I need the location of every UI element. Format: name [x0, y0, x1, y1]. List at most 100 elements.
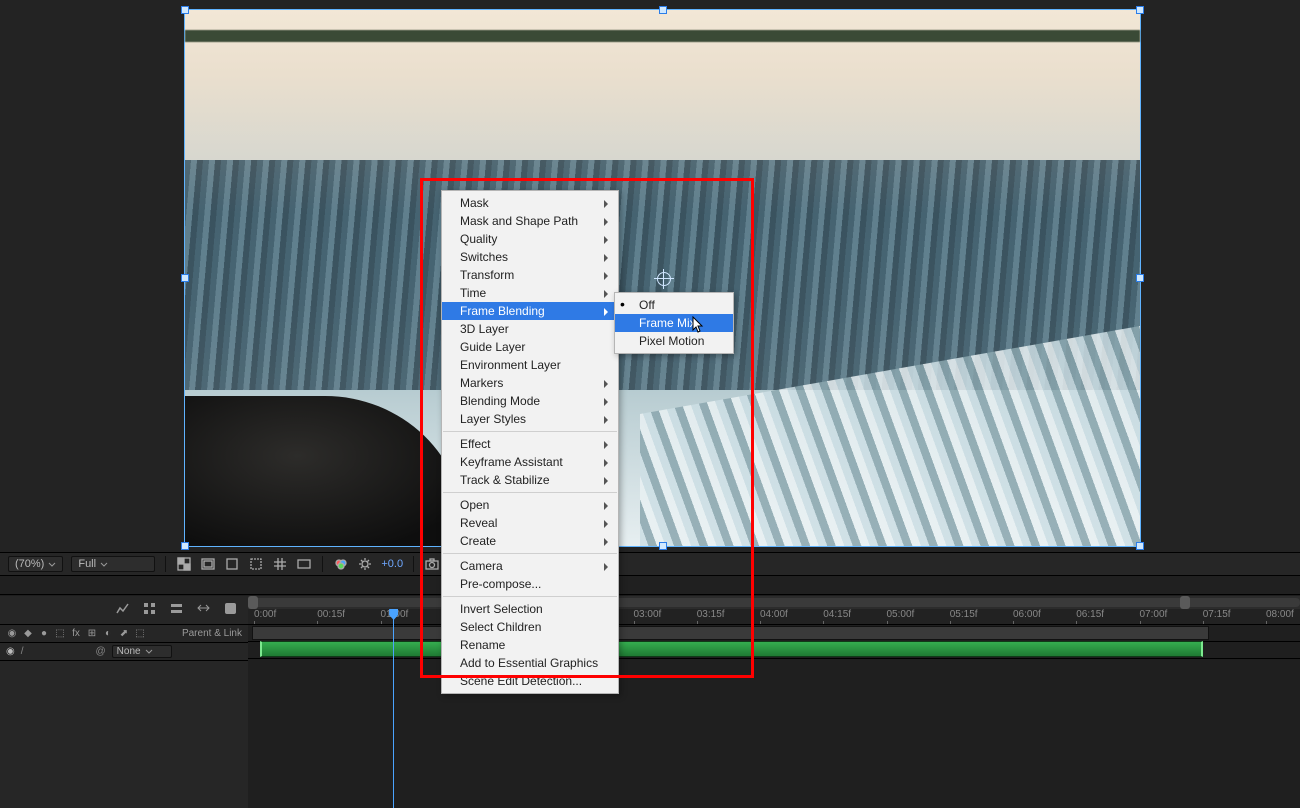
menu-item-track-stabilize[interactable]: Track & Stabilize — [442, 471, 618, 489]
ruler-tick: 07:00f — [1140, 609, 1168, 620]
roi-icon[interactable] — [248, 556, 264, 572]
menu-item-label: Mask — [460, 196, 489, 210]
menu-item-label: Invert Selection — [460, 602, 543, 616]
menu-item-label: Blending Mode — [460, 394, 540, 408]
menu-item-frame-blending[interactable]: Frame Blending — [442, 302, 618, 320]
menu-item-invert-selection[interactable]: Invert Selection — [442, 600, 618, 618]
frame-blending-submenu[interactable]: OffFrame MixPixel Motion — [614, 292, 734, 354]
adj-col-icon: ◐ — [102, 628, 114, 639]
channel-icon[interactable] — [296, 556, 312, 572]
exposure-value[interactable]: +0.0 — [381, 558, 403, 570]
chevron-down-icon — [48, 560, 56, 568]
selection-handle[interactable] — [660, 543, 666, 549]
menu-item-label: Add to Essential Graphics — [460, 656, 598, 670]
layer-track[interactable] — [248, 641, 1300, 659]
ruler-tick-label: 0:00f — [254, 609, 276, 620]
selection-handle[interactable] — [1137, 543, 1143, 549]
selection-handle[interactable] — [182, 543, 188, 549]
layer-switches-icon[interactable] — [142, 601, 157, 619]
menu-item-add-to-essential-graphics[interactable]: Add to Essential Graphics — [442, 654, 618, 672]
menu-item-label: Guide Layer — [460, 340, 525, 354]
menu-item-switches[interactable]: Switches — [442, 248, 618, 266]
menu-item-markers[interactable]: Markers — [442, 374, 618, 392]
playhead[interactable] — [393, 609, 394, 808]
preview-time-strip[interactable] — [0, 576, 1300, 595]
parent-link-dropdown[interactable]: None — [112, 645, 172, 658]
mask-toggle-icon[interactable] — [224, 556, 240, 572]
layer-inout-icon[interactable] — [196, 601, 211, 619]
menu-item-scene-edit-detection[interactable]: Scene Edit Detection... — [442, 672, 618, 690]
layer-modes-icon[interactable] — [169, 601, 184, 619]
menu-item-create[interactable]: Create — [442, 532, 618, 550]
menu-item-guide-layer[interactable]: Guide Layer — [442, 338, 618, 356]
video-visible-icon[interactable]: ◉ — [6, 646, 15, 657]
preview-decor — [185, 30, 1140, 42]
layer-row[interactable]: ◉ / @ None — [0, 643, 248, 661]
selection-handle[interactable] — [182, 275, 188, 281]
ruler-tick-label: 05:00f — [887, 609, 915, 620]
color-mgmt-icon[interactable] — [333, 556, 349, 572]
menu-item-blending-mode[interactable]: Blending Mode — [442, 392, 618, 410]
menu-item-label: Time — [460, 286, 486, 300]
menu-item-3d-layer[interactable]: 3D Layer — [442, 320, 618, 338]
selection-handle[interactable] — [182, 7, 188, 13]
menu-item-effect[interactable]: Effect — [442, 435, 618, 453]
menu-item-time[interactable]: Time — [442, 284, 618, 302]
menu-item-keyframe-assistant[interactable]: Keyframe Assistant — [442, 453, 618, 471]
menu-item-quality[interactable]: Quality — [442, 230, 618, 248]
menu-item-pre-compose[interactable]: Pre-compose... — [442, 575, 618, 593]
menu-item-open[interactable]: Open — [442, 496, 618, 514]
ruler-tick-label: 03:15f — [697, 609, 725, 620]
exposure-icon[interactable] — [357, 556, 373, 572]
menu-separator — [443, 492, 617, 493]
zoom-dropdown[interactable]: (70%) — [8, 556, 63, 572]
menu-item-select-children[interactable]: Select Children — [442, 618, 618, 636]
menu-item-layer-styles[interactable]: Layer Styles — [442, 410, 618, 428]
layer-slash-icon: / — [21, 646, 24, 657]
menu-separator — [443, 553, 617, 554]
snapshot-icon[interactable] — [424, 556, 440, 572]
menu-item-mask[interactable]: Mask — [442, 194, 618, 212]
layer-clip[interactable] — [260, 641, 1202, 657]
menu-item-label: Markers — [460, 376, 503, 390]
transparency-grid-icon[interactable] — [176, 556, 192, 572]
timeline-tracks[interactable]: 0:00f00:15f01:00f01:15f02:00f02:15f03:00… — [248, 596, 1300, 808]
submenu-item-pixel-motion[interactable]: Pixel Motion — [615, 332, 733, 350]
selection-handle[interactable] — [660, 7, 666, 13]
menu-separator — [443, 431, 617, 432]
work-area-bar[interactable] — [248, 624, 1300, 642]
selection-handle[interactable] — [1137, 7, 1143, 13]
ruler-tick: 04:15f — [823, 609, 851, 620]
resolution-value: Full — [78, 558, 96, 570]
submenu-item-frame-mix[interactable]: Frame Mix — [615, 314, 733, 332]
layer-context-menu[interactable]: MaskMask and Shape PathQualitySwitchesTr… — [441, 190, 619, 694]
render-time-icon[interactable] — [223, 601, 238, 619]
selection-handle[interactable] — [1137, 275, 1143, 281]
resolution-dropdown[interactable]: Full — [71, 556, 155, 572]
grid-icon[interactable] — [272, 556, 288, 572]
menu-item-transform[interactable]: Transform — [442, 266, 618, 284]
submenu-item-off[interactable]: Off — [615, 296, 733, 314]
composition-preview[interactable] — [185, 10, 1140, 546]
ruler-tick: 03:15f — [697, 609, 725, 620]
menu-item-label: Rename — [460, 638, 505, 652]
safe-zones-icon[interactable] — [200, 556, 216, 572]
menu-item-rename[interactable]: Rename — [442, 636, 618, 654]
preview-decor — [185, 396, 465, 546]
chevron-down-icon — [145, 648, 153, 656]
graph-editor-icon[interactable] — [115, 601, 130, 619]
time-ruler[interactable]: 0:00f00:15f01:00f01:15f02:00f02:15f03:00… — [248, 609, 1300, 625]
timeline-navigator[interactable] — [248, 596, 1300, 610]
parent-pickwhip-icon[interactable]: @ — [96, 646, 106, 657]
anchor-point-icon[interactable] — [657, 272, 671, 286]
menu-item-reveal[interactable]: Reveal — [442, 514, 618, 532]
menu-item-label: Pre-compose... — [460, 577, 541, 591]
timeline-layer-columns: ◉ ◆ ● ⬚ fx ⊞ ◐ ⬈ ⬚ Parent & Link ◉ / @ N… — [0, 596, 249, 808]
menu-item-label: Reveal — [460, 516, 497, 530]
menu-item-camera[interactable]: Camera — [442, 557, 618, 575]
menu-item-label: Camera — [460, 559, 503, 573]
ruler-tick: 05:00f — [887, 609, 915, 620]
ruler-tick: 04:00f — [760, 609, 788, 620]
menu-item-mask-and-shape-path[interactable]: Mask and Shape Path — [442, 212, 618, 230]
menu-item-environment-layer[interactable]: Environment Layer — [442, 356, 618, 374]
